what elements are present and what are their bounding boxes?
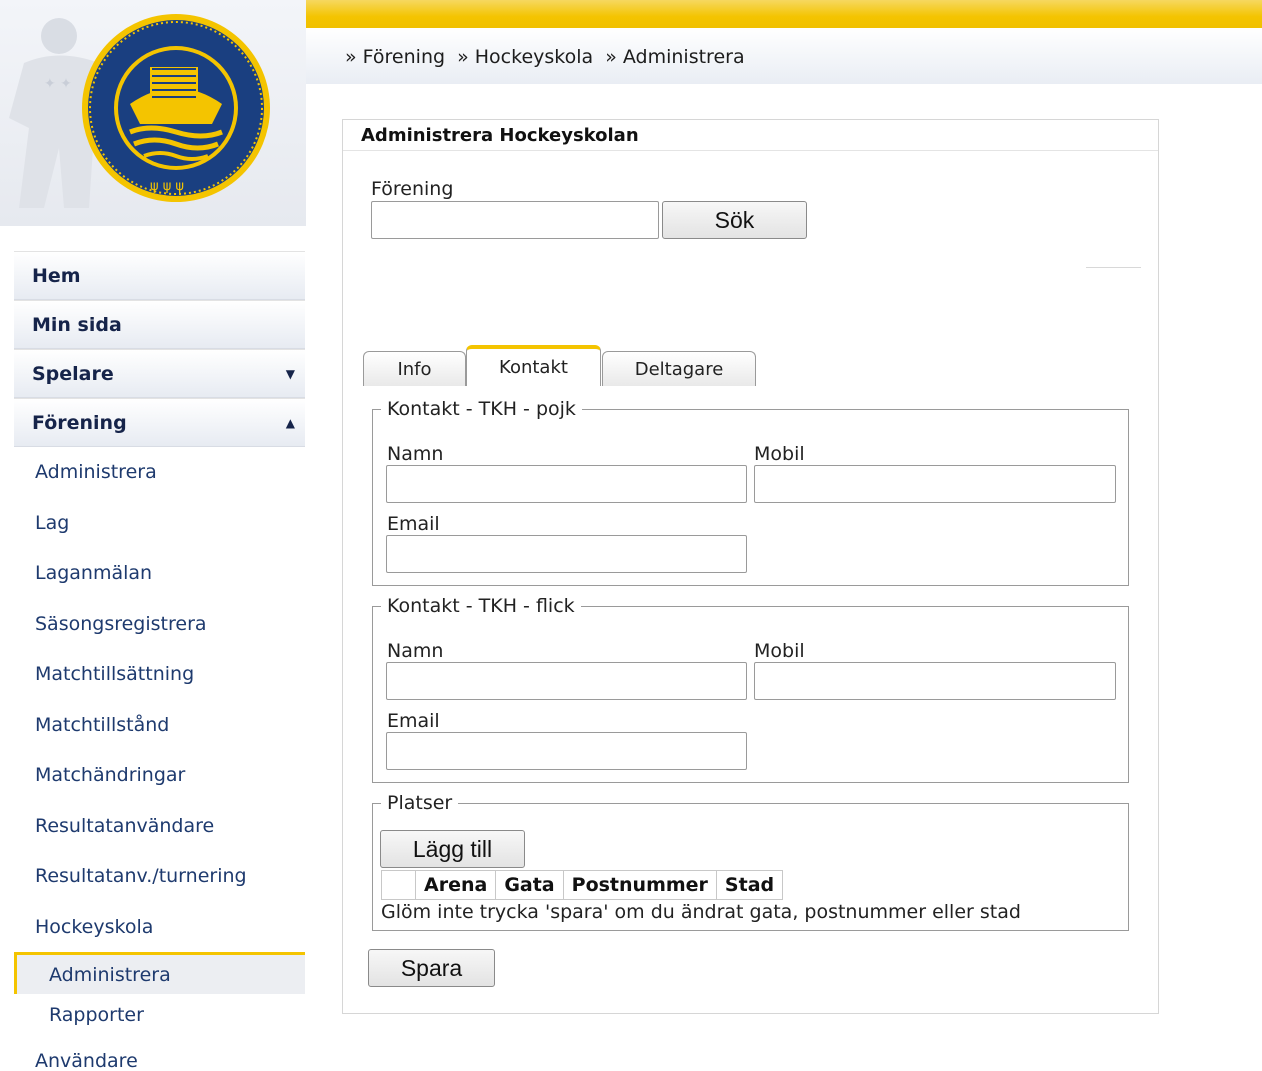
sidebar-item-label: Min sida xyxy=(32,313,122,336)
girl-mobile-label: Mobil xyxy=(754,640,805,662)
girl-mobile-input[interactable] xyxy=(754,662,1116,700)
breadcrumb-item-forening[interactable]: » Förening xyxy=(345,46,445,68)
places-legend: Platser xyxy=(381,792,459,814)
column-header-postnummer: Postnummer xyxy=(562,870,717,900)
svg-text:✦ ✦: ✦ ✦ xyxy=(44,76,72,92)
column-header-select xyxy=(381,870,416,900)
sidebar-item-administrera[interactable]: Administrera xyxy=(14,447,305,498)
boy-email-input[interactable] xyxy=(386,535,747,573)
tab-info[interactable]: Info xyxy=(363,351,466,386)
tab-kontakt[interactable]: Kontakt xyxy=(466,345,601,386)
breadcrumb-item-administrera: » Administrera xyxy=(605,46,745,68)
contact-girl-legend: Kontakt - TKH - flick xyxy=(381,595,581,617)
save-reminder-note: Glöm inte trycka 'spara' om du ändrat ga… xyxy=(381,901,1021,923)
column-header-gata: Gata xyxy=(495,870,564,900)
sidebar-item-anvandare[interactable]: Användare xyxy=(14,1036,305,1071)
federation-logo-icon: ψ ψ ψ xyxy=(82,14,270,202)
sidebar-item-min-sida[interactable]: Min sida xyxy=(14,300,305,349)
boy-mobile-label: Mobil xyxy=(754,443,805,465)
sidebar-item-hem[interactable]: Hem xyxy=(14,251,305,300)
sidebar-item-forening[interactable]: Förening ▲ xyxy=(14,398,305,447)
panel-title: Administrera Hockeyskolan xyxy=(343,120,1158,151)
sidebar-subitem-rapporter[interactable]: Rapporter xyxy=(14,994,305,1036)
sidebar-item-resultatanv-turnering[interactable]: Resultatanv./turnering xyxy=(14,851,305,902)
girl-name-label: Namn xyxy=(387,640,444,662)
admin-panel: Administrera Hockeyskolan Förening Sök I… xyxy=(342,119,1159,1014)
save-button[interactable]: Spara xyxy=(368,949,495,987)
girl-email-label: Email xyxy=(387,710,440,732)
divider xyxy=(1086,267,1141,268)
sidebar-item-lag[interactable]: Lag xyxy=(14,498,305,549)
sidebar-item-label: Spelare xyxy=(32,362,114,385)
column-header-arena: Arena xyxy=(414,870,497,900)
chevron-up-icon: ▲ xyxy=(285,415,295,430)
svg-text:ψ ψ ψ: ψ ψ ψ xyxy=(150,179,184,194)
sidebar-item-matchandringar[interactable]: Matchändringar xyxy=(14,750,305,801)
table-header-row: Arena Gata Postnummer Stad xyxy=(381,870,784,900)
column-header-stad: Stad xyxy=(715,870,784,900)
boy-name-label: Namn xyxy=(387,443,444,465)
chevron-down-icon: ▼ xyxy=(285,366,295,381)
sidebar-item-label: Förening xyxy=(32,411,127,434)
contact-boy-legend: Kontakt - TKH - pojk xyxy=(381,398,582,420)
search-button[interactable]: Sök xyxy=(662,201,807,239)
sidebar-subitem-administrera[interactable]: Administrera xyxy=(14,952,305,994)
sidebar-item-matchtillstand[interactable]: Matchtillstånd xyxy=(14,700,305,751)
sidebar-item-sasongsregistrera[interactable]: Säsongsregistrera xyxy=(14,599,305,650)
boy-email-label: Email xyxy=(387,513,440,535)
sidebar-item-spelare[interactable]: Spelare ▼ xyxy=(14,349,305,398)
sidebar-item-matchtillsattning[interactable]: Matchtillsättning xyxy=(14,649,305,700)
girl-email-input[interactable] xyxy=(386,732,747,770)
boy-name-input[interactable] xyxy=(386,465,747,503)
girl-name-input[interactable] xyxy=(386,662,747,700)
breadcrumb: » Förening » Hockeyskola » Administrera xyxy=(345,46,751,68)
forening-label: Förening xyxy=(371,178,454,200)
places-table: Arena Gata Postnummer Stad xyxy=(381,870,784,900)
breadcrumb-item-hockeyskola[interactable]: » Hockeyskola xyxy=(457,46,593,68)
sidebar-item-resultatanvandare[interactable]: Resultatanvändare xyxy=(14,801,305,852)
sidebar-item-label: Hem xyxy=(32,264,81,287)
forening-search-input[interactable] xyxy=(371,201,659,239)
add-place-button[interactable]: Lägg till xyxy=(380,830,525,868)
sidebar-item-hockeyskola[interactable]: Hockeyskola xyxy=(14,902,305,953)
tab-deltagare[interactable]: Deltagare xyxy=(602,351,756,386)
sidebar-item-laganmalan[interactable]: Laganmälan xyxy=(14,548,305,599)
sidebar-nav: Hem Min sida Spelare ▼ Förening ▲ Admini… xyxy=(14,251,305,1071)
boy-mobile-input[interactable] xyxy=(754,465,1116,503)
logo-area: ✦ ✦ ψ ψ ψ xyxy=(0,0,306,226)
